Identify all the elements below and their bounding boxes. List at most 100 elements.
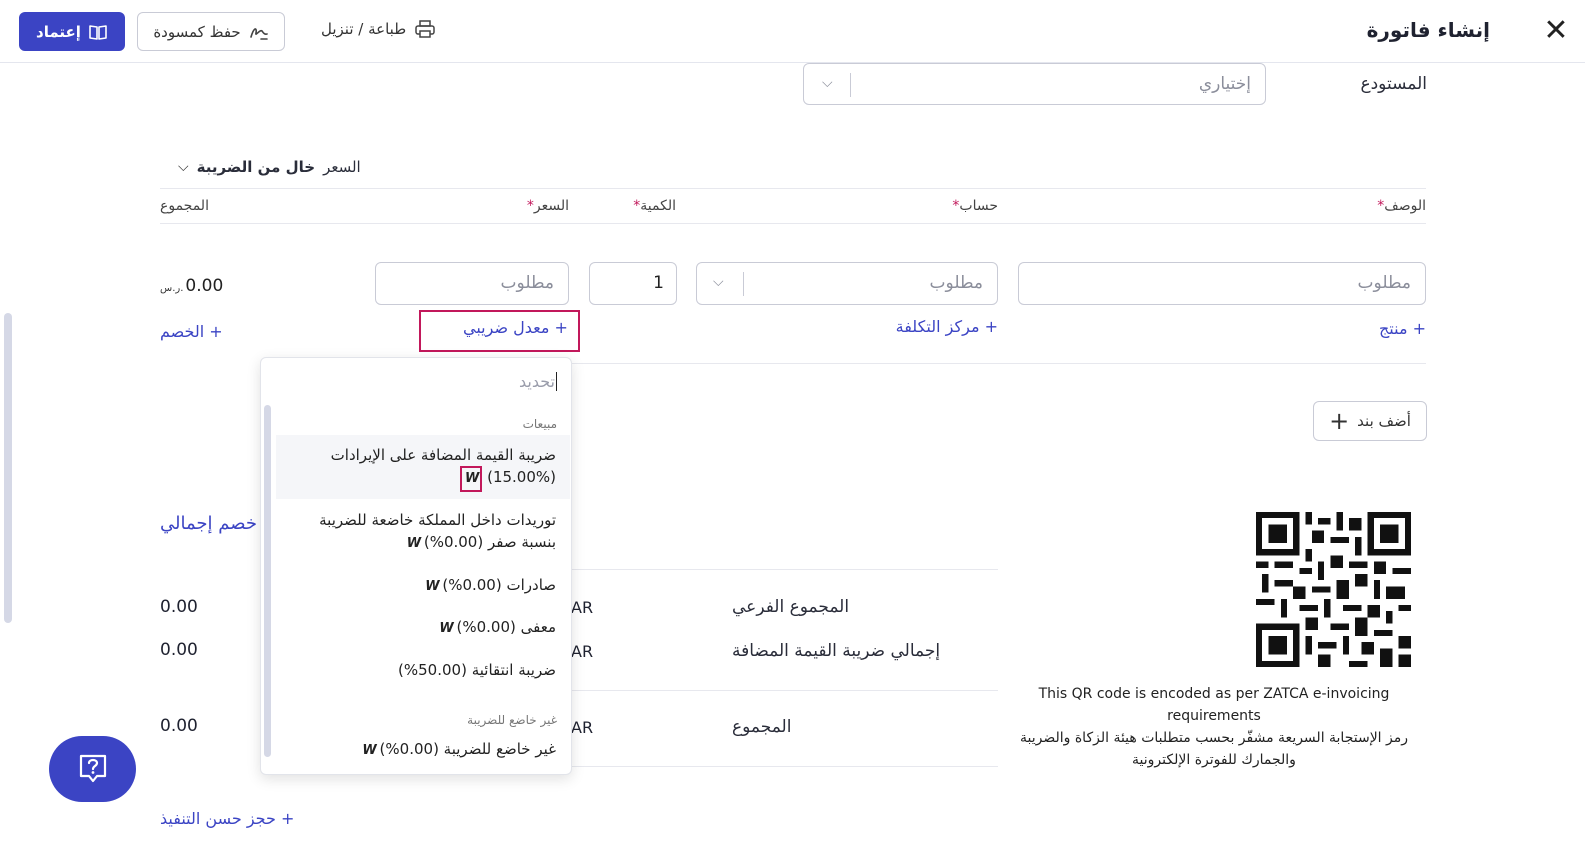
column-description-text: الوصف xyxy=(1384,198,1426,214)
zatca-icon: W xyxy=(406,536,421,551)
chevron-down-icon: ⌵ xyxy=(713,274,724,290)
select-divider xyxy=(743,272,744,296)
add-line-label: أضف بند xyxy=(1357,412,1411,430)
tax-option-excise[interactable]: ضريبة انتقائية (50.00%) xyxy=(398,659,556,681)
tax-search-input[interactable]: تحديد xyxy=(519,372,557,391)
qr-code xyxy=(1256,512,1411,667)
tax-option-text: ضريبة انتقائية (50.00%) xyxy=(398,661,556,679)
column-price-text: السعر xyxy=(533,198,569,214)
page-scrollbar[interactable] xyxy=(4,313,12,623)
tax-option-text: صادرات (0.00%) xyxy=(442,576,556,594)
qr-note: This QR code is encoded as per ZATCA e-i… xyxy=(1014,683,1414,771)
tax-option-rate-line: (15.00%) W xyxy=(331,466,556,492)
draft-label: حفظ كمسودة xyxy=(153,22,241,41)
tax-option-text: توريدات داخل المملكة خاضعة للضريبة xyxy=(319,511,556,529)
vat-total-label: إجمالي ضريبة القيمة المضافة xyxy=(732,641,941,661)
tax-option-rate: بنسبة صفر (0.00%) xyxy=(423,533,556,551)
close-icon[interactable]: ✕ xyxy=(1541,16,1571,46)
approve-label: إعتماد xyxy=(36,22,81,41)
zatca-icon: W xyxy=(362,743,376,758)
tax-option-text: معفى (0.00%) xyxy=(456,618,557,636)
quantity-value: 1 xyxy=(653,273,664,293)
qr-note-ar: رمز الإستجابة السريعة مشفّر بحسب متطلبات… xyxy=(1019,730,1408,768)
tax-option-rate-line: بنسبة صفر (0.00%) W xyxy=(319,531,556,555)
add-tax-rate-link[interactable]: + معدل ضريبي xyxy=(463,318,568,337)
zatca-icon: W xyxy=(425,579,439,594)
approve-button[interactable]: إعتماد xyxy=(19,12,125,51)
line-total-value: 0.00 xyxy=(185,276,224,296)
add-line-button[interactable]: + أضف بند xyxy=(1313,401,1427,441)
page-title: إنشاء فاتورة xyxy=(1366,18,1490,42)
print-label: طباعة / تنزيل xyxy=(321,20,407,38)
dropdown-scrollbar[interactable] xyxy=(264,405,271,757)
column-total: المجموع xyxy=(160,198,209,214)
column-price: السعر* xyxy=(527,198,569,214)
print-download-button[interactable]: طباعة / تنزيل xyxy=(321,19,436,39)
description-input[interactable]: مطلوب xyxy=(1018,262,1426,305)
divider xyxy=(160,223,1426,224)
vat-total-value: 0.00 xyxy=(160,640,198,660)
subtotal-label: المجموع الفرعي xyxy=(732,597,850,617)
warehouse-placeholder: إختياري xyxy=(1198,74,1251,94)
qr-note-en: This QR code is encoded as per ZATCA e-i… xyxy=(1038,686,1390,724)
divider xyxy=(570,363,1426,364)
add-discount-link[interactable]: + الخصم xyxy=(160,322,223,341)
help-chat-icon xyxy=(79,754,106,783)
tax-rate-dropdown: تحديد مبيعات ضريبة القيمة المضافة على ال… xyxy=(260,357,572,775)
subtotal-currency: AR xyxy=(571,598,594,617)
book-icon xyxy=(89,24,107,40)
overall-discount-link[interactable]: خصم إجمالي xyxy=(160,513,257,534)
column-account: حساب* xyxy=(952,198,998,214)
column-account-text: حساب xyxy=(959,198,998,214)
line-total: ر.س. 0.00 xyxy=(160,276,223,296)
column-description: الوصف* xyxy=(1377,198,1426,214)
tax-option-rate: (15.00%) xyxy=(487,468,556,486)
price-input[interactable]: مطلوب xyxy=(375,262,569,305)
printer-icon xyxy=(415,20,435,38)
tax-option-exempt[interactable]: معفى (0.00%) W xyxy=(439,616,556,640)
grand-total-currency: AR xyxy=(571,718,594,737)
save-draft-button[interactable]: حفظ كمسودة xyxy=(137,12,285,51)
warehouse-select[interactable]: إختياري ⌵ xyxy=(803,63,1266,105)
divider xyxy=(570,766,998,767)
required-mark: * xyxy=(526,198,534,214)
column-quantity-text: الكمية xyxy=(640,198,676,214)
grand-total-label: المجموع xyxy=(732,717,792,737)
group-non-taxable-label: غير خاضع للضريبة xyxy=(467,713,557,727)
subtotal-value: 0.00 xyxy=(160,597,198,617)
account-placeholder: مطلوب xyxy=(929,273,983,293)
price-mode-value: خال من الضريبة xyxy=(196,158,316,176)
price-placeholder: مطلوب xyxy=(500,273,554,293)
quantity-input[interactable]: 1 xyxy=(589,262,677,305)
select-divider xyxy=(850,73,851,97)
divider xyxy=(570,569,998,570)
column-quantity: الكمية* xyxy=(633,198,676,214)
price-mode-prefix: السعر xyxy=(323,158,361,176)
price-mode-selector[interactable]: السعر خال من الضريبة ⌵ xyxy=(178,158,361,176)
chevron-down-icon: ⌵ xyxy=(178,159,189,175)
draft-signature-icon xyxy=(249,27,268,40)
add-product-link[interactable]: + منتج xyxy=(1379,319,1426,338)
description-placeholder: مطلوب xyxy=(1357,273,1411,293)
chevron-down-icon: ⌵ xyxy=(822,75,833,91)
account-select[interactable]: مطلوب ⌵ xyxy=(696,262,998,305)
add-cost-center-link[interactable]: + مركز التكلفة xyxy=(896,317,998,336)
zatca-icon: W xyxy=(439,621,453,636)
tax-option-vat-revenue[interactable]: ضريبة القيمة المضافة على الإيرادات (15.0… xyxy=(331,444,556,492)
divider xyxy=(160,188,1426,189)
group-sales-label: مبيعات xyxy=(522,417,557,431)
tax-option-zero-rated[interactable]: توريدات داخل المملكة خاضعة للضريبة بنسبة… xyxy=(319,509,556,555)
tax-option-text: ضريبة القيمة المضافة على الإيرادات xyxy=(330,446,556,464)
vat-currency: AR xyxy=(571,642,594,661)
warehouse-label: المستودع xyxy=(1360,74,1427,94)
zatca-icon: W xyxy=(459,466,483,492)
tax-option-text: غير خاضع للضريبة (0.00%) xyxy=(379,740,556,758)
grand-total-value: 0.00 xyxy=(160,716,198,736)
tax-option-non-taxable[interactable]: غير خاضع للضريبة (0.00%) W xyxy=(362,738,556,762)
divider xyxy=(570,690,998,691)
plus-icon: + xyxy=(1329,407,1350,435)
tax-option-exports[interactable]: صادرات (0.00%) W xyxy=(425,574,556,598)
currency-label: ر.س. xyxy=(160,283,184,294)
add-retention-link[interactable]: + حجز حسن التنفيذ xyxy=(160,809,294,828)
help-button[interactable] xyxy=(49,736,136,802)
